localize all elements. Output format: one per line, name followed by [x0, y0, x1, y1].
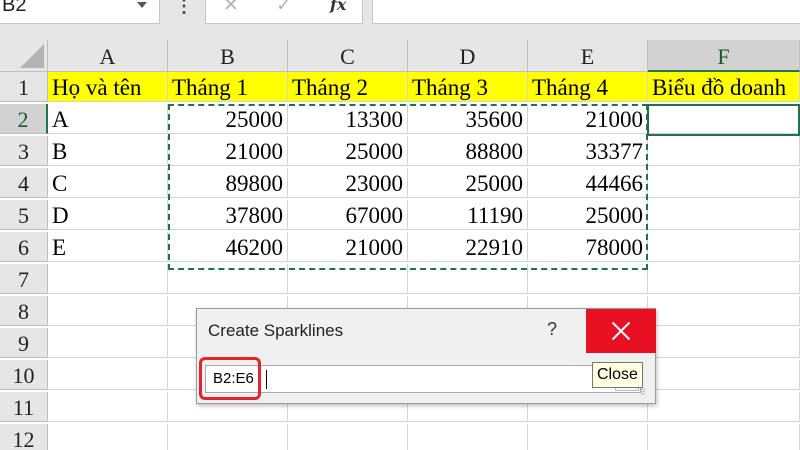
- empty-cell[interactable]: [648, 360, 800, 390]
- header-cell-chart[interactable]: Biểu đồ doanh: [648, 72, 800, 102]
- empty-cell[interactable]: [48, 328, 168, 358]
- table-cell[interactable]: 46200: [168, 232, 288, 262]
- header-cell-month-1[interactable]: Tháng 1: [168, 72, 288, 102]
- select-all-button[interactable]: [0, 40, 48, 72]
- empty-cell[interactable]: [408, 264, 528, 294]
- table-cell[interactable]: 11190: [408, 200, 528, 230]
- table-cell[interactable]: 13300: [288, 104, 408, 134]
- empty-cell[interactable]: [648, 264, 800, 294]
- table-cell[interactable]: 21000: [528, 104, 648, 134]
- formula-bar: B2 ⋮ ✕ ✓ fx: [0, 0, 800, 40]
- column-header-b[interactable]: B: [168, 40, 288, 72]
- column-header-a[interactable]: A: [48, 40, 168, 72]
- formula-input[interactable]: [372, 0, 800, 24]
- row-header-8[interactable]: 8: [0, 296, 48, 326]
- data-range-input[interactable]: B2:E6: [205, 365, 641, 393]
- table-cell[interactable]: 78000: [528, 232, 648, 262]
- table-cell[interactable]: 35600: [408, 104, 528, 134]
- table-cell[interactable]: A: [48, 104, 168, 134]
- data-range-value: B2:E6: [213, 370, 254, 387]
- table-cell[interactable]: 37800: [168, 200, 288, 230]
- table-cell[interactable]: [648, 136, 800, 166]
- empty-cell[interactable]: [48, 296, 168, 326]
- formula-bar-grip-icon[interactable]: ⋮: [175, 0, 193, 17]
- formula-buttons: ✕ ✓ fx: [205, 0, 363, 24]
- table-cell[interactable]: 23000: [288, 168, 408, 198]
- column-header-c[interactable]: C: [288, 40, 408, 72]
- close-icon: [611, 321, 631, 341]
- table-cell[interactable]: D: [48, 200, 168, 230]
- column-header-d[interactable]: D: [408, 40, 528, 72]
- table-cell[interactable]: 44466: [528, 168, 648, 198]
- chevron-down-icon[interactable]: [137, 2, 147, 8]
- empty-cell[interactable]: [48, 392, 168, 422]
- table-cell-sparkline-target[interactable]: [648, 104, 800, 134]
- table-cell[interactable]: 21000: [168, 136, 288, 166]
- table-cell[interactable]: [648, 232, 800, 262]
- table-cell[interactable]: E: [48, 232, 168, 262]
- table-cell[interactable]: 25000: [288, 136, 408, 166]
- table-cell[interactable]: [648, 200, 800, 230]
- table-cell[interactable]: 33377: [528, 136, 648, 166]
- row-header-5[interactable]: 5: [0, 200, 48, 230]
- close-button[interactable]: [586, 309, 656, 353]
- column-header-e[interactable]: E: [528, 40, 648, 72]
- row-header-10[interactable]: 10: [0, 360, 48, 390]
- column-header-f[interactable]: F: [648, 40, 800, 72]
- row-header-11[interactable]: 11: [0, 392, 48, 422]
- create-sparklines-dialog: Create Sparklines ? B2:E6: [196, 308, 656, 404]
- empty-cell[interactable]: [48, 360, 168, 390]
- header-cell-month-4[interactable]: Tháng 4: [528, 72, 648, 102]
- resize-grip-icon[interactable]: ⠿: [640, 389, 654, 402]
- select-all-icon: [20, 44, 44, 68]
- table-cell[interactable]: 89800: [168, 168, 288, 198]
- row-header-6[interactable]: 6: [0, 232, 48, 262]
- table-cell[interactable]: 25000: [528, 200, 648, 230]
- empty-cell[interactable]: [48, 424, 168, 450]
- empty-cell[interactable]: [528, 424, 648, 450]
- empty-cell[interactable]: [288, 264, 408, 294]
- empty-cell[interactable]: [48, 264, 168, 294]
- function-icon[interactable]: fx: [330, 0, 346, 14]
- table-cell[interactable]: 25000: [168, 104, 288, 134]
- table-cell[interactable]: C: [48, 168, 168, 198]
- row-header-3[interactable]: 3: [0, 136, 48, 166]
- table-cell[interactable]: B: [48, 136, 168, 166]
- row-header-9[interactable]: 9: [0, 328, 48, 358]
- empty-cell[interactable]: [168, 424, 288, 450]
- close-tooltip: Close: [592, 362, 643, 388]
- name-box[interactable]: B2: [0, 0, 160, 24]
- help-button[interactable]: ?: [542, 319, 562, 340]
- text-caret: [266, 370, 267, 389]
- empty-cell[interactable]: [408, 424, 528, 450]
- enter-icon[interactable]: ✓: [276, 0, 292, 16]
- dialog-title: Create Sparklines: [208, 321, 344, 340]
- empty-cell[interactable]: [528, 264, 648, 294]
- table-cell[interactable]: 22910: [408, 232, 528, 262]
- empty-cell[interactable]: [648, 424, 800, 450]
- row-header-7[interactable]: 7: [0, 264, 48, 294]
- table-cell[interactable]: 67000: [288, 200, 408, 230]
- empty-cell[interactable]: [648, 328, 800, 358]
- empty-cell[interactable]: [648, 296, 800, 326]
- table-cell[interactable]: [648, 168, 800, 198]
- row-header-4[interactable]: 4: [0, 168, 48, 198]
- name-box-value: B2: [2, 0, 27, 16]
- header-cell-month-2[interactable]: Tháng 2: [288, 72, 408, 102]
- header-cell-month-3[interactable]: Tháng 3: [408, 72, 528, 102]
- empty-cell[interactable]: [288, 424, 408, 450]
- empty-cell[interactable]: [168, 264, 288, 294]
- empty-cell[interactable]: [648, 392, 800, 422]
- row-header-1[interactable]: 1: [0, 72, 48, 102]
- cancel-icon[interactable]: ✕: [223, 0, 239, 16]
- header-cell-name[interactable]: Họ và tên: [48, 72, 168, 102]
- row-header-12[interactable]: 12: [0, 424, 48, 450]
- table-cell[interactable]: 88800: [408, 136, 528, 166]
- table-cell[interactable]: 25000: [408, 168, 528, 198]
- table-cell[interactable]: 21000: [288, 232, 408, 262]
- row-header-2[interactable]: 2: [0, 104, 48, 134]
